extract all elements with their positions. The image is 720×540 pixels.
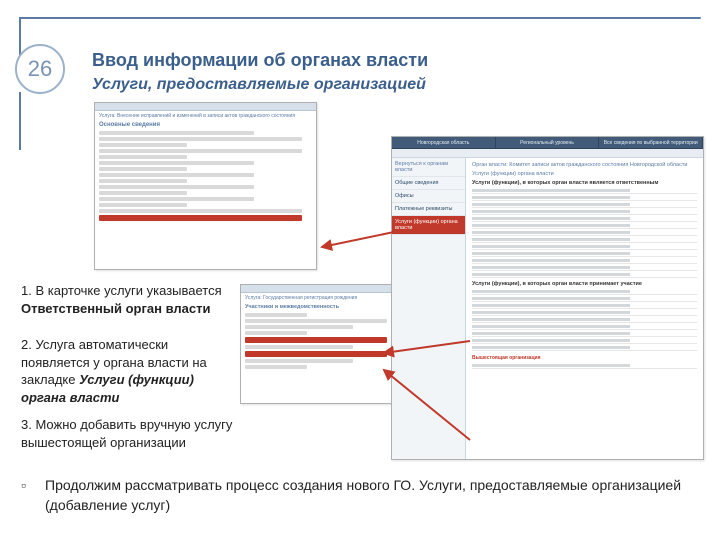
page-number: 26	[28, 56, 52, 82]
right-main: Орган власти: Комитет записи актов гражд…	[466, 158, 703, 459]
sidebar-item-offices: Офисы	[392, 190, 465, 203]
header-rule	[19, 17, 701, 19]
bullet-icon: ▫	[21, 476, 45, 496]
side-rule-bottom	[19, 92, 21, 150]
note-1-bold: Ответственный орган власти	[21, 301, 211, 316]
screenshot-service-card: Услуга: Внесение исправлений и изменений…	[94, 102, 317, 270]
services-head: Услуги (функции) органа власти	[472, 171, 697, 177]
sidebar-item-payment: Платежные реквизиты	[392, 203, 465, 216]
bottom-text: Продолжим рассматривать процесс создания…	[45, 476, 700, 515]
shot2-highlight-2	[245, 351, 387, 357]
group-participates: Услуги (функции), в которых орган власти…	[472, 281, 697, 287]
slide-title: Ввод информации об органах власти	[92, 50, 428, 71]
group-responsible: Услуги (функции), в которых орган власти…	[472, 180, 697, 186]
sidebar-back: Вернуться к органам власти	[392, 158, 465, 177]
note-2: 2. Услуга автоматически появляется у орг…	[21, 336, 240, 406]
note-3: 3. Можно добавить вручную услугу вышесто…	[21, 416, 240, 451]
tab-territory: Все сведения по выбранной территории	[599, 137, 703, 148]
shot1-title: Услуга: Внесение исправлений и изменений…	[95, 111, 316, 121]
toolbar	[392, 149, 703, 158]
screenshot-authority-panel: Новгородская область Региональный уровен…	[391, 136, 704, 460]
tab-level: Региональный уровень	[496, 137, 600, 148]
bottom-paragraph: ▫ Продолжим рассматривать процесс создан…	[21, 476, 700, 515]
page-number-badge: 26	[15, 44, 65, 94]
sidebar: Вернуться к органам власти Общие сведени…	[392, 158, 466, 459]
arrow-1	[318, 225, 398, 255]
sidebar-item-general: Общие сведения	[392, 177, 465, 190]
screenshot-participants: Услуга: Государственная регистрация рожд…	[240, 284, 396, 404]
shot2-highlight-1	[245, 337, 387, 343]
tab-region: Новгородская область	[392, 137, 496, 148]
group-parent-org: Вышестоящая организация	[472, 355, 697, 361]
note-1-text: 1. В карточке услуги указывается	[21, 283, 222, 298]
top-tabs: Новгородская область Региональный уровен…	[392, 137, 703, 149]
shot1-highlight-row	[99, 215, 302, 221]
shot2-section: Участники и межведомственность	[241, 303, 395, 311]
sidebar-item-services-active: Услуги (функции) органа власти	[392, 216, 465, 235]
org-title: Орган власти: Комитет записи актов гражд…	[472, 162, 697, 168]
shot1-section: Основные сведения	[95, 121, 316, 129]
note-1: 1. В карточке услуги указывается Ответст…	[21, 282, 229, 317]
shot2-title: Услуга: Государственная регистрация рожд…	[241, 293, 395, 303]
slide-subtitle: Услуги, предоставляемые организацией	[92, 76, 426, 94]
